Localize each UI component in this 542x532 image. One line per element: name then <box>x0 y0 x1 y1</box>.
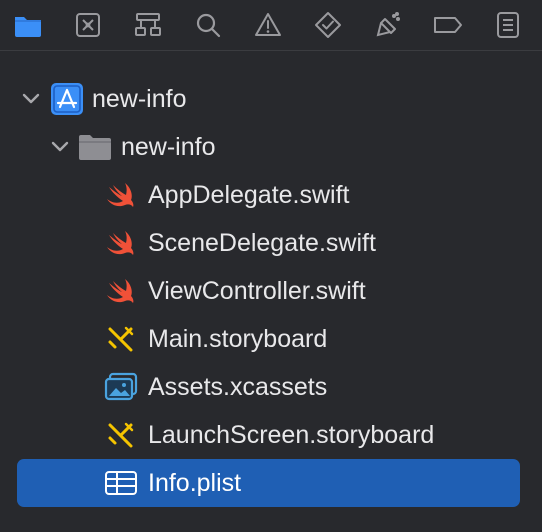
chevron-down-icon[interactable] <box>49 137 71 157</box>
swift-icon <box>106 181 138 209</box>
project-navigator-tree: new-info new-info AppDelegate.swift Scen… <box>0 51 542 532</box>
find-navigator-icon[interactable] <box>192 9 224 41</box>
project-navigator-icon[interactable] <box>12 9 44 41</box>
tree-row-label: SceneDelegate.swift <box>148 229 376 257</box>
tree-row-file-selected[interactable]: Info.plist <box>0 459 542 507</box>
tree-row-label: ViewController.swift <box>148 277 366 305</box>
tree-row-project[interactable]: new-info <box>0 77 542 121</box>
tree-row-label: Assets.xcassets <box>148 373 328 401</box>
selection-highlight <box>17 459 520 507</box>
tree-row-file[interactable]: LaunchScreen.storyboard <box>0 413 542 457</box>
issue-navigator-icon[interactable] <box>252 9 284 41</box>
tree-row-file[interactable]: AppDelegate.swift <box>0 173 542 217</box>
folder-icon <box>78 133 112 161</box>
tree-row-group[interactable]: new-info <box>0 125 542 169</box>
chevron-down-icon[interactable] <box>20 89 42 109</box>
storyboard-icon <box>106 324 136 354</box>
tree-row-label: AppDelegate.swift <box>148 181 350 209</box>
tree-row-file[interactable]: Assets.xcassets <box>0 365 542 409</box>
breakpoint-navigator-icon[interactable] <box>432 9 464 41</box>
swift-icon <box>106 277 138 305</box>
xcode-project-icon <box>50 82 84 116</box>
report-navigator-icon[interactable] <box>492 9 524 41</box>
tree-row-label: Info.plist <box>148 469 242 497</box>
tree-row-label: Main.storyboard <box>148 325 328 353</box>
plist-icon <box>104 468 138 498</box>
tree-row-label: new-info <box>121 133 216 161</box>
source-control-icon[interactable] <box>72 9 104 41</box>
swift-icon <box>106 229 138 257</box>
tree-row-file[interactable]: ViewController.swift <box>0 269 542 313</box>
tree-row-file[interactable]: SceneDelegate.swift <box>0 221 542 265</box>
tree-row-file[interactable]: Main.storyboard <box>0 317 542 361</box>
test-navigator-icon[interactable] <box>312 9 344 41</box>
symbol-navigator-icon[interactable] <box>132 9 164 41</box>
debug-navigator-icon[interactable] <box>372 9 404 41</box>
storyboard-icon <box>106 420 136 450</box>
tree-row-label: new-info <box>92 85 187 113</box>
tree-row-label: LaunchScreen.storyboard <box>148 421 435 449</box>
navigator-toolbar <box>0 0 542 51</box>
asset-catalog-icon <box>104 372 138 402</box>
